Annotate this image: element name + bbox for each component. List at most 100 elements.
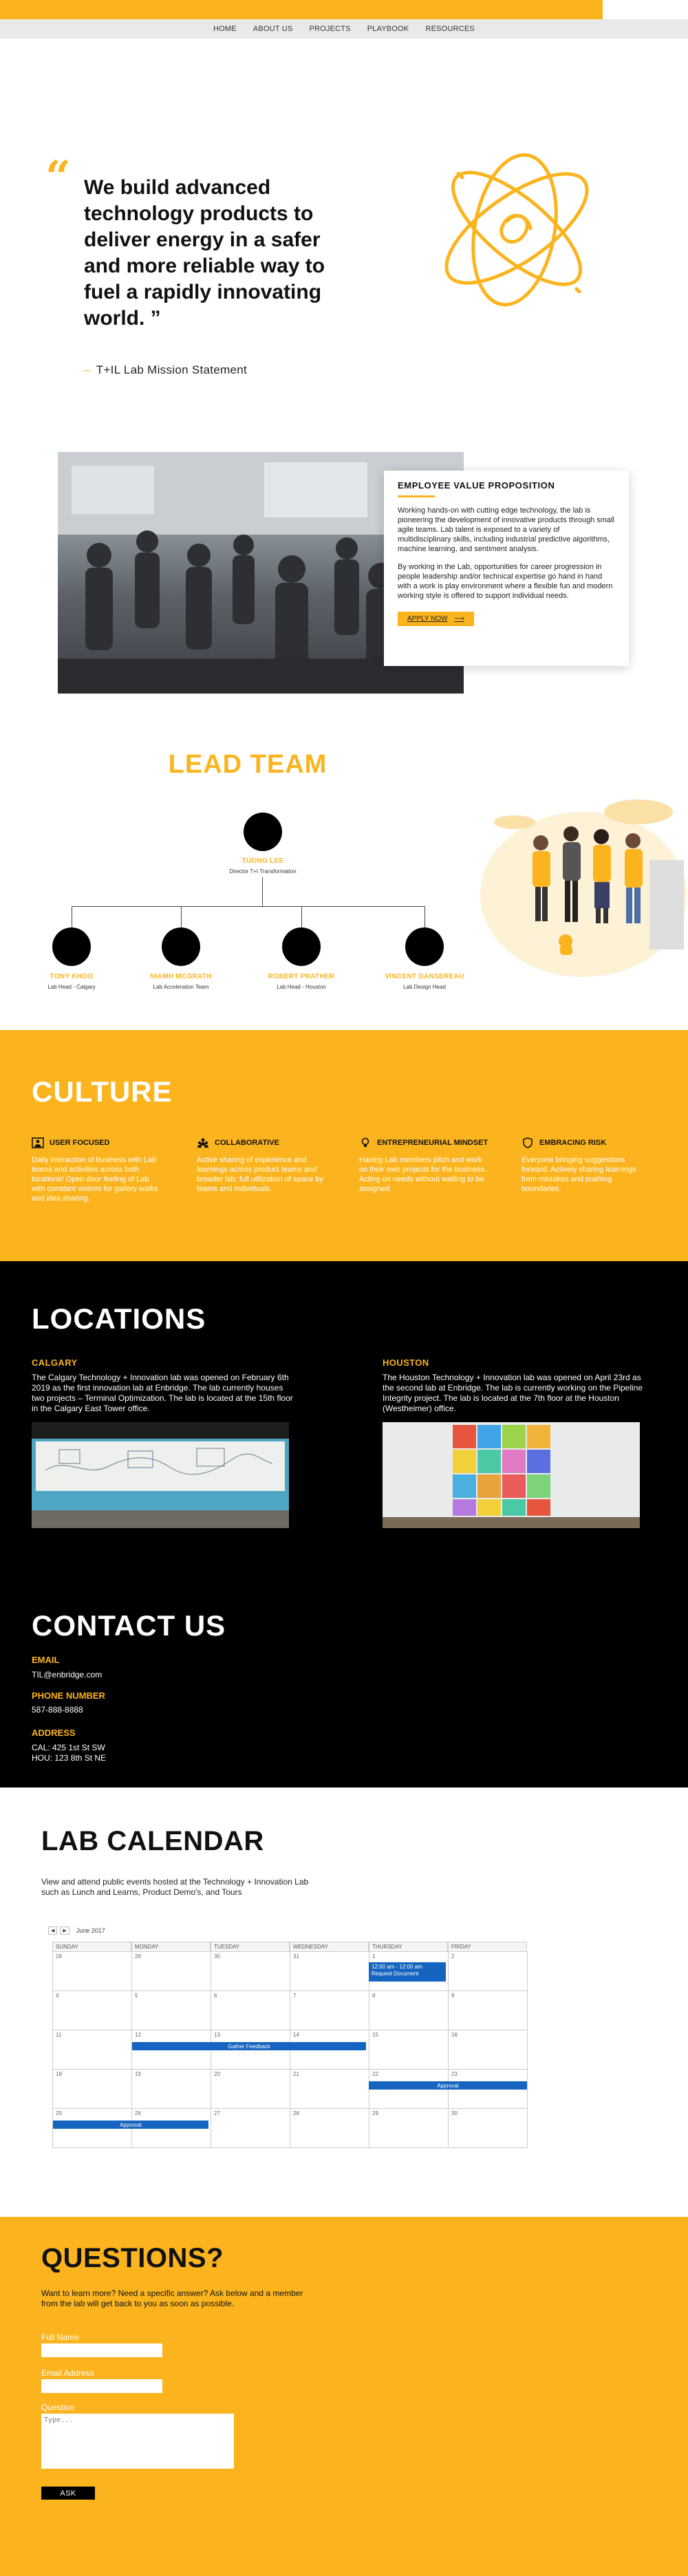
full-name-input[interactable] [41,2343,162,2357]
nav-home[interactable]: HOME [213,25,237,33]
nav-playbook[interactable]: PLAYBOOK [367,25,409,33]
avatar-member-3[interactable] [282,927,321,966]
calendar-event[interactable]: 12:00 am - 12:00 am Request Document [369,1962,446,1982]
value-title: USER FOCUSED [50,1139,110,1147]
calendar-day-cell[interactable]: 30 [449,2109,528,2148]
calendar-day-cell[interactable]: 2 [449,1952,528,1991]
org-connector [181,906,182,927]
avatar-member-1[interactable] [52,927,91,966]
calendar-day-cell[interactable]: 29 [369,2109,449,2148]
head-role: Director T+I Transformation [229,868,297,874]
member-role: Lab Head - Houston [277,984,326,990]
question-textarea[interactable] [41,2414,234,2469]
value-title: ENTREPRENEURIAL MINDSET [377,1139,488,1147]
contact-address-calgary: CAL: 425 1st St SW [32,1743,105,1752]
avatar-member-2[interactable] [162,927,200,966]
value-text: Daily interaction of business with Lab t… [32,1156,158,1203]
lightbulb-icon [361,1137,369,1147]
evp-paragraph-1: Working hands-on with cutting edge techn… [398,506,614,553]
calendar-day-cell[interactable]: 20 [211,2070,290,2109]
weekday-header: MONDAY [131,1942,211,1951]
evp-paragraph-2: By working in the Lab, opportunities for… [398,563,613,600]
calendar-event[interactable]: Approval [369,2081,527,2090]
lead-team-title: LEAD TEAM [168,750,327,779]
calendar-event[interactable]: Gather Feedback [132,2042,366,2050]
contact-email[interactable]: TIL@enbridge.com [32,1670,102,1680]
email-label: Email Address [41,2368,94,2378]
member-name: NIAMH MCGRATH [150,973,212,980]
shield-icon [523,1137,533,1148]
apply-now-label: APPLY NOW [407,615,448,623]
value-card: ENTREPRENEURIAL MINDSET Having Lab membe… [359,1137,490,1194]
email-input[interactable] [41,2379,162,2393]
next-month-button[interactable]: ▶ [60,1926,69,1935]
value-text: Having Lab members pitch and work on the… [359,1156,487,1193]
avatar-member-4[interactable] [405,927,444,966]
calendar-day-cell[interactable]: 29 [132,1952,211,1991]
event-time: 12:00 am - 12:00 am [372,1964,422,1970]
arrow-right-icon: ⟶ [454,615,464,623]
calendar-day-cell[interactable]: 18 [53,2070,132,2109]
prev-month-button[interactable]: ◀ [48,1926,58,1935]
location-city: CALGARY [32,1357,78,1368]
mission-signature: – T+IL Lab Mission Statement [84,363,247,377]
calendar-day-cell[interactable]: 7 [290,1991,369,2030]
calendar-day-cell[interactable]: 9 [449,1991,528,2030]
event-title: Request Document [372,1971,419,1977]
people-icon [197,1138,208,1148]
calendar-day-cell[interactable]: 11 [53,2030,132,2070]
calendar-day-cell[interactable]: 4 [53,1991,132,2030]
ask-button[interactable]: ASK [41,2487,95,2500]
contact-phone[interactable]: 587-888-8888 [32,1705,83,1715]
questions-description: Want to learn more? Need a specific answ… [41,2288,303,2308]
location-text: The Houston Technology + Innovation lab … [383,1373,643,1413]
org-connector [262,877,263,906]
apply-now-button[interactable]: APPLY NOW ⟶ [398,612,474,626]
locations-title: LOCATIONS [32,1302,206,1335]
calendar-day-cell[interactable]: 8 [369,1991,449,2030]
contact-email-label: EMAIL [32,1655,60,1665]
calendar-day-cell[interactable]: 15 [369,2030,449,2070]
evp-title: EMPLOYEE VALUE PROPOSITION [398,480,555,491]
calendar-day-cell[interactable]: 27 [211,2109,290,2148]
nav-resources[interactable]: RESOURCES [425,25,474,33]
value-card: COLLABORATIVE Active sharing of experien… [197,1137,327,1194]
member-role: Lab Design Head [403,984,446,990]
contact-address-label: ADDRESS [32,1728,76,1738]
nav-projects[interactable]: PROJECTS [309,25,350,33]
locations-section: LOCATIONS CALGARY The Calgary Technology… [0,1261,688,1788]
atom-scribble-icon [444,153,589,307]
full-name-label: Full Name [41,2332,79,2342]
questions-title: QUESTIONS? [41,2243,224,2273]
weekday-header: FRIDAY [448,1942,527,1951]
avatar-head[interactable] [244,813,282,851]
quote-mark: “ [45,151,71,203]
calendar-event[interactable]: Approval [53,2121,208,2129]
calendar-day-cell[interactable]: 16 [449,2030,528,2070]
top-accent-bar [0,0,603,19]
calendar-day-cell[interactable]: 31 [290,1952,369,1991]
weekday-header: SUNDAY [52,1942,131,1951]
value-text: Everyone bringing suggestions forward. A… [522,1156,636,1193]
location-text: The Calgary Technology + Innovation lab … [32,1373,293,1413]
culture-section: CULTURE USER FOCUSED Daily interaction o… [0,1030,688,1261]
calendar-day-cell[interactable]: 6 [211,1991,290,2030]
calendar-day-cell[interactable]: 28 [290,2109,369,2148]
signature-text: T+IL Lab Mission Statement [96,363,248,376]
calendar-day-cell[interactable]: 19 [132,2070,211,2109]
value-card: USER FOCUSED Daily interaction of busine… [32,1137,162,1203]
member-role: Lab Acceleration Team [153,984,209,990]
houston-lab-photo [383,1422,640,1528]
calendar-day-cell[interactable]: 28 [53,1952,132,1991]
evp-divider [398,495,435,497]
calendar-day-cell[interactable]: 21 [290,2070,369,2109]
calendar-day-cell[interactable]: 30 [211,1952,290,1991]
head-name: TUONG LEE [241,857,284,865]
value-text: Active sharing of experience and learnin… [197,1156,324,1193]
nav-about-us[interactable]: ABOUT US [253,25,293,33]
value-card: EMBRACING RISK Everyone bringing suggest… [522,1137,652,1194]
calendar-toolbar: ◀ ▶ June 2017 [48,1926,105,1935]
calendar-title: LAB CALENDAR [41,1826,264,1856]
questions-section: QUESTIONS? Want to learn more? Need a sp… [0,2217,688,2576]
calendar-day-cell[interactable]: 5 [132,1991,211,2030]
